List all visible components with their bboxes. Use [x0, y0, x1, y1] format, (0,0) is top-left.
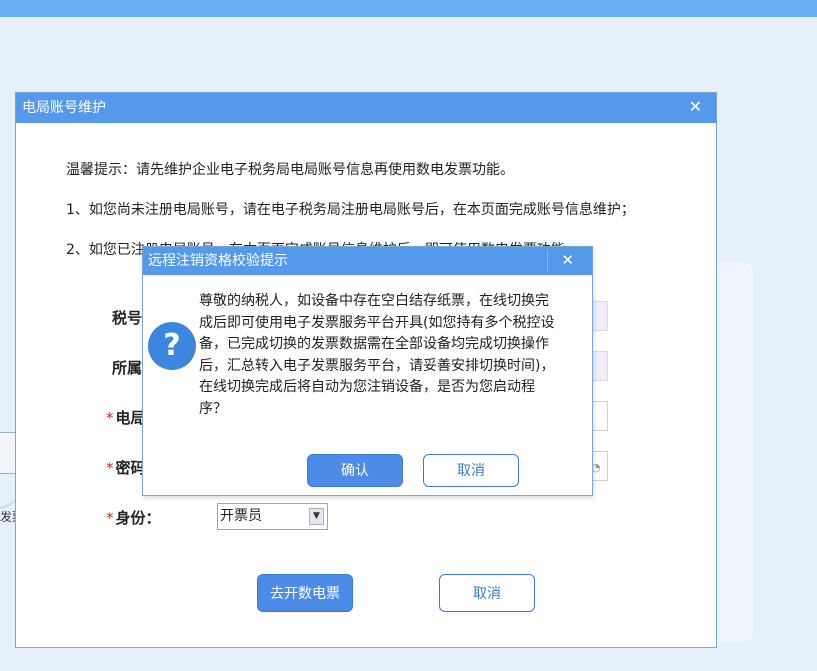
message-line: 序？	[199, 400, 227, 417]
modal-cancel-button[interactable]: 取消	[423, 454, 519, 487]
remote-deregistration-modal: 远程注销资格校验提示 ✕ ? 尊敬的纳税人，如设备中存在空白结存纸票，在线切换完…	[142, 246, 593, 496]
title-separator	[547, 250, 548, 272]
message-line: 备，已完成切换的发票数据需在全部设备均完成切换操作	[199, 336, 549, 352]
modal-title: 远程注销资格校验提示	[143, 247, 592, 275]
role-select[interactable]: 开票员 ▼	[217, 503, 328, 530]
required-star: *	[106, 459, 114, 477]
modal-close-icon[interactable]: ✕	[561, 247, 574, 273]
app-top-bar	[0, 0, 817, 17]
dialog-close-icon[interactable]: ✕	[689, 93, 702, 121]
cancel-button[interactable]: 取消	[439, 574, 535, 612]
dialog-title: 电局账号维护	[16, 93, 716, 123]
account-label: * 电局	[106, 409, 146, 427]
required-star: *	[106, 509, 114, 527]
password-label: * 密码	[106, 459, 146, 477]
chevron-down-icon[interactable]: ▼	[309, 508, 324, 525]
tip-notice: 温馨提示：请先维护企业电子税务局电局账号信息再使用数电发票功能。	[66, 162, 514, 178]
confirm-button[interactable]: 确认	[307, 454, 403, 487]
question-icon: ?	[148, 322, 196, 370]
message-line: 尊敬的纳税人，如设备中存在空白结存纸票，在线切换完	[199, 293, 549, 309]
modal-message: 尊敬的纳税人，如设备中存在空白结存纸票，在线切换完 成后即可使用电子发票服务平台…	[199, 291, 584, 420]
open-digital-invoice-button[interactable]: 去开数电票	[257, 574, 353, 612]
message-line: 在线切换完成后将自动为您注销设备，是否为您启动程	[199, 379, 535, 395]
message-line: 成后即可使用电子发票服务平台开具(如您持有多个税控设	[199, 314, 555, 331]
role-select-value: 开票员	[220, 508, 262, 524]
tax-id-label: 税号	[112, 309, 143, 327]
message-line: 后，汇总转入电子发票服务平台，请妥善安排切换时间)，	[199, 357, 555, 374]
required-star: *	[106, 409, 114, 427]
role-label: * 身份：	[106, 509, 161, 527]
owner-label: 所属	[112, 359, 143, 377]
tip-step-1: 1、如您尚未注册电局账号，请在电子税务局注册电局账号后，在本页面完成账号信息维护…	[66, 202, 635, 218]
